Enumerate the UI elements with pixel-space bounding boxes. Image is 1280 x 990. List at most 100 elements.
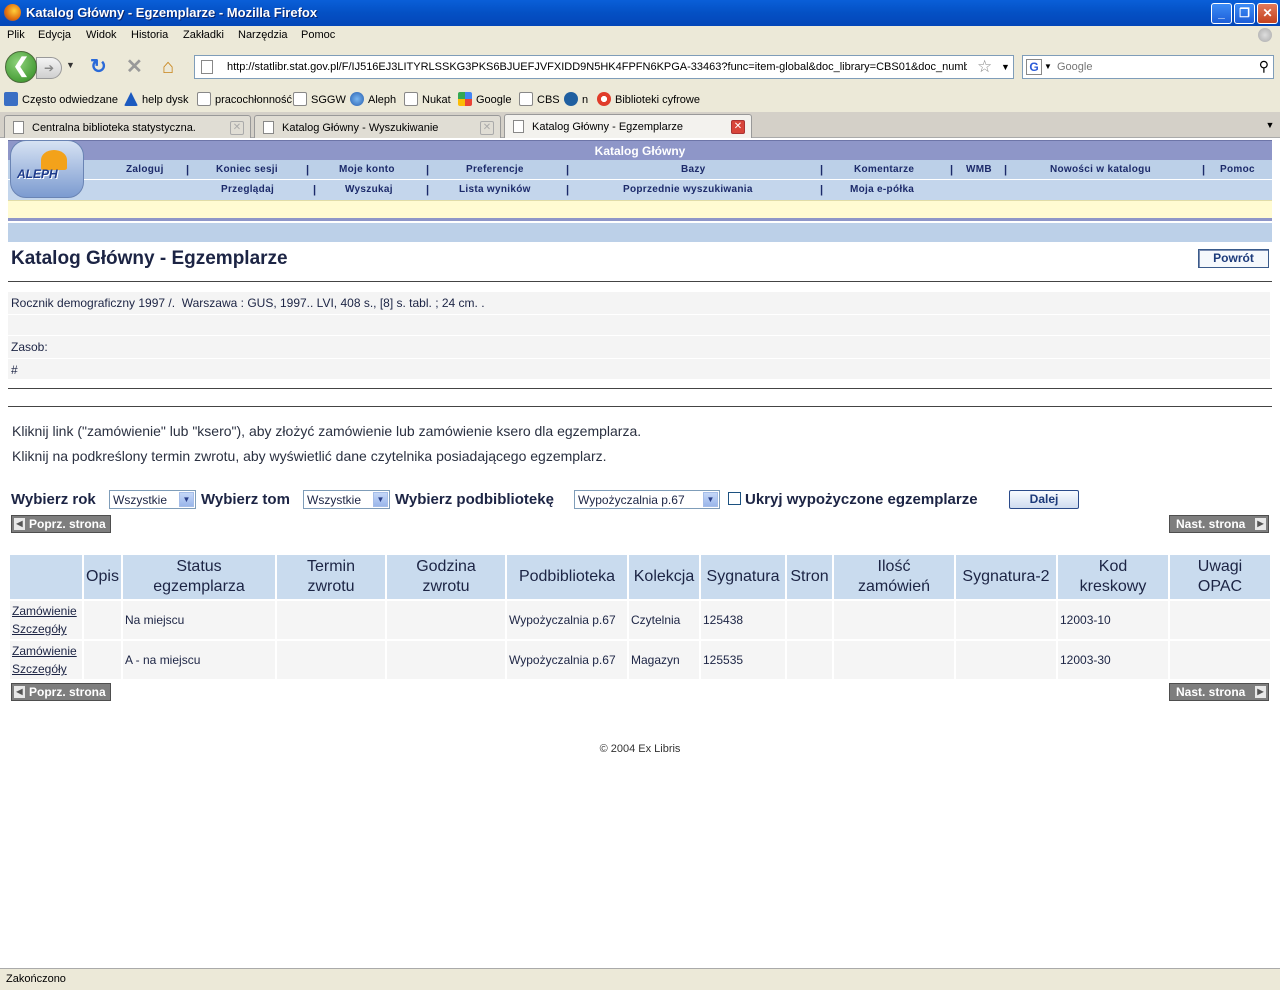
due-hour-cell bbox=[387, 641, 505, 679]
history-dropdown-icon[interactable]: ▼ bbox=[66, 60, 75, 70]
bookmark-pracochlonnosc[interactable]: pracochłonność bbox=[197, 92, 292, 106]
tab-egzemplarze[interactable]: Katalog Główny - Egzemplarze ✕ bbox=[504, 114, 752, 138]
bookmark-label: pracochłonność bbox=[215, 94, 293, 106]
nav-moja-e-polka[interactable]: Moja e-półka bbox=[850, 184, 914, 195]
menu-plik[interactable]: Plik bbox=[7, 29, 25, 41]
forward-button[interactable]: ➔ bbox=[36, 57, 62, 79]
nav-separator: | bbox=[566, 184, 570, 196]
nav-lista-wynikow[interactable]: Lista wyników bbox=[459, 184, 531, 195]
holdings-label: Zasob: bbox=[11, 340, 48, 354]
bookmark-cbs[interactable]: CBS bbox=[519, 92, 560, 106]
bookmark-help-dysk[interactable]: help dysk bbox=[124, 92, 188, 106]
next-page-button[interactable]: Nast. strona ▶ bbox=[1169, 683, 1269, 701]
tab-list-dropdown-icon[interactable]: ▼ bbox=[1262, 115, 1278, 135]
search-input[interactable] bbox=[1057, 59, 1247, 75]
volume-select[interactable]: Wszystkie ▼ bbox=[303, 490, 390, 509]
prev-page-button[interactable]: ◀ Poprz. strona bbox=[11, 683, 111, 701]
window-title: Katalog Główny - Egzemplarze - Mozilla F… bbox=[26, 5, 318, 20]
menu-pomoc[interactable]: Pomoc bbox=[301, 29, 335, 41]
tab-wyszukiwanie[interactable]: Katalog Główny - Wyszukiwanie ✕ bbox=[254, 115, 501, 138]
details-link[interactable]: Szczegóły bbox=[12, 660, 82, 678]
page-icon bbox=[197, 92, 211, 106]
order-link[interactable]: Zamówienie bbox=[12, 642, 82, 660]
minimize-button[interactable]: _ bbox=[1211, 3, 1232, 24]
nav-wmb[interactable]: WMB bbox=[966, 164, 992, 175]
bookmark-sggw[interactable]: SGGW bbox=[293, 92, 346, 106]
maximize-button[interactable]: ❐ bbox=[1234, 3, 1255, 24]
google-icon bbox=[458, 92, 472, 106]
close-window-button[interactable]: ✕ bbox=[1257, 3, 1278, 24]
nav-pomoc[interactable]: Pomoc bbox=[1220, 164, 1255, 175]
menu-historia[interactable]: Historia bbox=[131, 29, 168, 41]
home-icon[interactable]: ⌂ bbox=[162, 57, 174, 77]
tab-centralna-biblioteka[interactable]: Centralna biblioteka statystyczna. ✕ bbox=[4, 115, 251, 138]
close-tab-icon[interactable]: ✕ bbox=[230, 121, 244, 135]
menu-widok[interactable]: Widok bbox=[86, 29, 117, 41]
nav-moje-konto[interactable]: Moje konto bbox=[339, 164, 395, 175]
bookmark-star-icon[interactable]: ☆ bbox=[977, 57, 992, 77]
bookmark-czesto-odwiedzane[interactable]: Często odwiedzane bbox=[4, 92, 118, 106]
nav-poprzednie-wyszukiwania[interactable]: Poprzednie wyszukiwania bbox=[623, 184, 753, 195]
back-link-button[interactable]: Powrót bbox=[1198, 249, 1269, 268]
hide-loaned-checkbox[interactable] bbox=[728, 492, 741, 505]
catalog-title-bar: Katalog Główny bbox=[8, 140, 1272, 160]
prev-page-button[interactable]: ◀ Poprz. strona bbox=[11, 515, 111, 533]
main-nav-row: Zaloguj | Koniec sesji | Moje konto | Prefe… bbox=[8, 160, 1272, 180]
bookmark-nukat[interactable]: Nukat bbox=[404, 92, 451, 106]
bookmark-biblioteki-cyfrowe[interactable]: Biblioteki cyfrowe bbox=[597, 92, 700, 106]
nav-wyszukaj[interactable]: Wyszukaj bbox=[345, 184, 393, 195]
divider bbox=[8, 281, 1272, 282]
url-text[interactable]: http://statlibr.stat.gov.pl/F/IJ516EJ3LI… bbox=[227, 61, 967, 73]
tab-bar: Centralna biblioteka statystyczna. ✕ Kat… bbox=[0, 112, 1280, 138]
go-button[interactable]: Dalej bbox=[1009, 490, 1079, 509]
year-select-value: Wszystkie bbox=[113, 493, 167, 507]
nav-separator: | bbox=[1202, 164, 1206, 176]
menu-zakladki[interactable]: Zakładki bbox=[183, 29, 224, 41]
order-link[interactable]: Zamówienie bbox=[12, 602, 82, 620]
close-tab-icon[interactable]: ✕ bbox=[480, 121, 494, 135]
url-dropdown-icon[interactable]: ▼ bbox=[1001, 62, 1010, 72]
next-page-button[interactable]: Nast. strona ▶ bbox=[1169, 515, 1269, 533]
aleph-logo[interactable]: ALEPH bbox=[10, 140, 84, 198]
search-engine-icon[interactable]: G bbox=[1026, 59, 1042, 75]
activity-throbber-icon bbox=[1258, 28, 1272, 42]
close-tab-icon[interactable]: ✕ bbox=[731, 120, 745, 134]
bookmark-google[interactable]: Google bbox=[458, 92, 511, 106]
copyright-footer: © 2004 Ex Libris bbox=[599, 743, 681, 755]
nav-separator: | bbox=[566, 164, 570, 176]
status-text: Zakończono bbox=[6, 973, 66, 985]
sublibrary-select[interactable]: Wypożyczalnia p.67 ▼ bbox=[574, 490, 720, 509]
status-cell: A - na miejscu bbox=[123, 641, 275, 679]
menu-narzedzia[interactable]: Narzędzia bbox=[238, 29, 288, 41]
requests-cell bbox=[834, 601, 954, 639]
nav-przegladaj[interactable]: Przeglądaj bbox=[221, 184, 274, 195]
year-select[interactable]: Wszystkie ▼ bbox=[109, 490, 196, 509]
collection-cell: Czytelnia bbox=[629, 601, 699, 639]
reload-icon[interactable]: ↻ bbox=[90, 57, 107, 77]
next-page-label: Nast. strona bbox=[1176, 517, 1246, 531]
nav-bazy[interactable]: Bazy bbox=[681, 164, 706, 175]
bookmark-n[interactable]: n bbox=[564, 92, 588, 106]
nav-zaloguj[interactable]: Zaloguj bbox=[126, 164, 164, 175]
nav-komentarze[interactable]: Komentarze bbox=[854, 164, 914, 175]
nav-koniec-sesji[interactable]: Koniec sesji bbox=[216, 164, 278, 175]
stop-icon[interactable]: ✕ bbox=[126, 57, 143, 77]
search-engine-dropdown-icon[interactable]: ▼ bbox=[1044, 62, 1052, 71]
header-divider bbox=[8, 218, 1272, 242]
empty-row bbox=[8, 315, 1270, 335]
menu-edycja[interactable]: Edycja bbox=[38, 29, 71, 41]
prev-page-label: Poprz. strona bbox=[29, 517, 106, 531]
back-button[interactable]: ❮ bbox=[5, 51, 37, 83]
search-icon[interactable]: ⚲ bbox=[1259, 58, 1269, 75]
col-header-opis: Opis bbox=[84, 555, 121, 599]
nav-preferencje[interactable]: Preferencje bbox=[466, 164, 524, 175]
opac-notes-cell bbox=[1170, 641, 1270, 679]
url-bar[interactable]: http://statlibr.stat.gov.pl/F/IJ516EJ3LI… bbox=[194, 55, 1014, 79]
page-icon bbox=[519, 92, 533, 106]
details-link[interactable]: Szczegóły bbox=[12, 620, 82, 638]
divider bbox=[8, 406, 1272, 407]
call-number-cell: 125438 bbox=[701, 601, 785, 639]
bookmark-aleph[interactable]: Aleph bbox=[350, 92, 396, 106]
due-date-cell bbox=[277, 601, 385, 639]
nav-nowosci[interactable]: Nowości w katalogu bbox=[1050, 164, 1151, 175]
